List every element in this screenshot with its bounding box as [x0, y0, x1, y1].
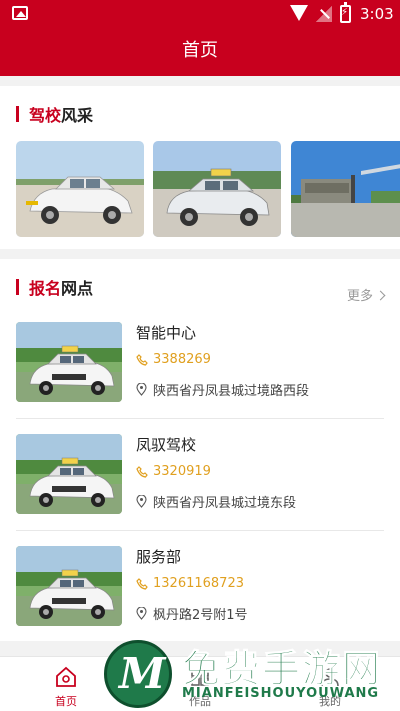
gallery-image-car-1[interactable] — [16, 141, 144, 237]
watermark-subtitle: MIANFEISHOUYOUWANG — [182, 686, 380, 701]
location-pin-icon — [136, 607, 147, 620]
watermark-title: 免费手游网 — [181, 647, 383, 692]
gallery-image-car-2[interactable] — [153, 141, 281, 237]
list-item[interactable]: 智能中心 3388269 陕西省丹凤县城过境路西段 — [16, 322, 384, 419]
school-style-section: 驾校 风采 — [0, 86, 400, 249]
phone-icon — [136, 465, 148, 478]
item-address-row: 枫丹路2号附1号 — [136, 604, 248, 623]
signal-icon — [316, 6, 332, 22]
gallery-image-school-gate[interactable] — [291, 141, 400, 237]
item-phone: 13261168723 — [153, 576, 244, 591]
item-address-row: 陕西省丹凤县城过境路西段 — [136, 380, 309, 399]
more-label: 更多 — [346, 289, 373, 304]
chevron-right-icon — [375, 290, 386, 301]
section-accent-bar — [16, 106, 19, 122]
item-address-row: 陕西省丹凤县城过境东段 — [136, 492, 296, 511]
item-phone-row[interactable]: 3388269 — [136, 352, 211, 367]
item-address: 枫丹路2号附1号 — [153, 608, 248, 623]
status-bar: 3:03 — [0, 0, 400, 28]
section-title-rest: 风采 — [61, 106, 94, 125]
registration-points-section: 报名 网点 更多 智能中心 3388269 陕西省丹凤县城过境路西段 凤驭驾校 … — [0, 259, 400, 641]
item-address: 陕西省丹凤县城过境东段 — [153, 496, 297, 511]
item-phone-row[interactable]: 3320919 — [136, 464, 211, 479]
section-accent-bar — [16, 279, 19, 295]
divider — [16, 418, 384, 419]
wifi-icon — [290, 5, 308, 21]
list-item[interactable]: 凤驭驾校 3320919 陕西省丹凤县城过境东段 — [16, 434, 384, 531]
home-icon — [56, 666, 76, 687]
item-name: 凤驭驾校 — [136, 436, 197, 454]
more-link[interactable]: 更多 — [346, 285, 386, 304]
divider — [16, 530, 384, 531]
site-watermark: M 免费手游网 MIANFEISHOUYOUWANG — [98, 636, 398, 711]
status-time: 3:03 — [360, 5, 394, 23]
section-header: 报名 网点 — [16, 277, 94, 298]
watermark-logo-letter: M — [119, 649, 166, 698]
page-title: 首页 — [0, 28, 400, 76]
item-address: 陕西省丹凤县城过境路西段 — [153, 384, 310, 399]
gallery-notification-icon — [12, 6, 28, 20]
section-title-highlight: 报名 — [29, 279, 62, 298]
tab-home[interactable]: 首页 — [36, 665, 96, 709]
item-photo — [16, 434, 122, 514]
location-pin-icon — [136, 383, 147, 396]
watermark-logo: M — [104, 640, 172, 708]
section-title-highlight: 驾校 — [29, 106, 62, 125]
item-name: 智能中心 — [136, 324, 197, 342]
phone-icon — [136, 353, 148, 366]
item-phone: 3320919 — [153, 464, 211, 479]
section-header: 驾校 风采 — [16, 104, 94, 125]
item-photo — [16, 546, 122, 626]
section-title-rest: 网点 — [61, 279, 94, 298]
item-phone-row[interactable]: 13261168723 — [136, 576, 244, 591]
location-pin-icon — [136, 495, 147, 508]
style-gallery[interactable] — [16, 141, 400, 237]
phone-icon — [136, 577, 148, 590]
item-photo — [16, 322, 122, 402]
list-item[interactable]: 服务部 13261168723 枫丹路2号附1号 — [16, 546, 384, 628]
battery-icon — [340, 2, 351, 23]
tab-label: 首页 — [55, 695, 77, 708]
item-name: 服务部 — [136, 548, 182, 566]
item-phone: 3388269 — [153, 352, 211, 367]
